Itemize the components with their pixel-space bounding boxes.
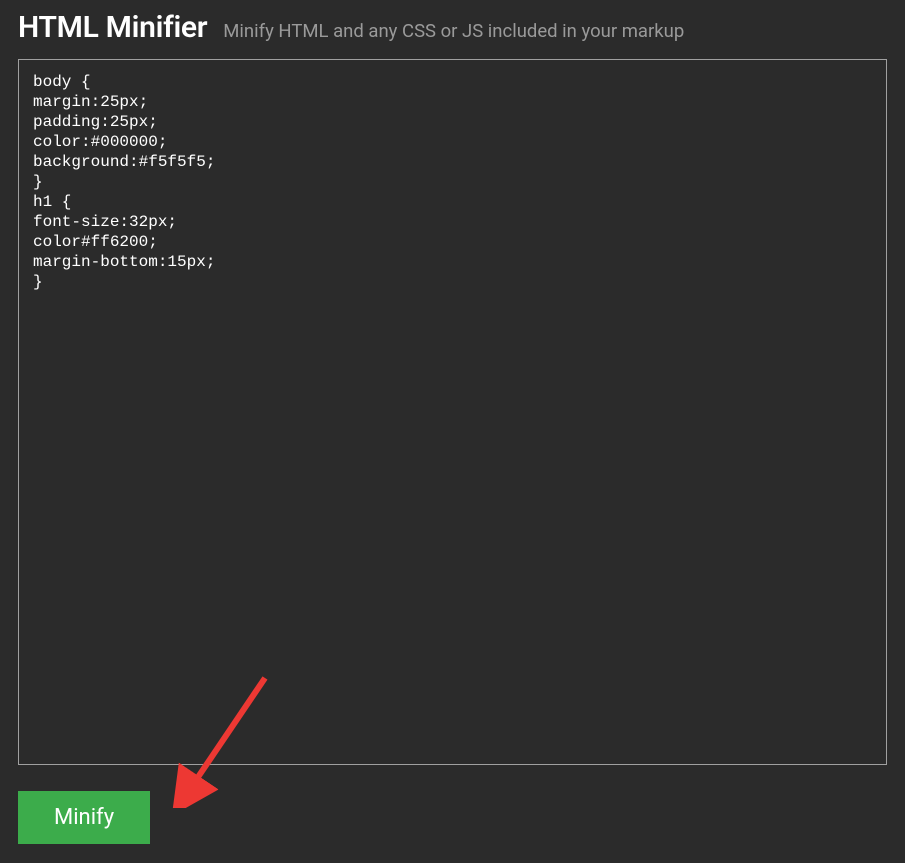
minify-button[interactable]: Minify bbox=[18, 791, 150, 844]
code-input[interactable] bbox=[18, 59, 887, 765]
button-row: Minify bbox=[0, 791, 905, 844]
header: HTML Minifier Minify HTML and any CSS or… bbox=[0, 0, 905, 59]
editor-wrapper bbox=[18, 59, 887, 769]
page-title: HTML Minifier bbox=[18, 10, 207, 45]
page-subtitle: Minify HTML and any CSS or JS included i… bbox=[223, 20, 684, 42]
